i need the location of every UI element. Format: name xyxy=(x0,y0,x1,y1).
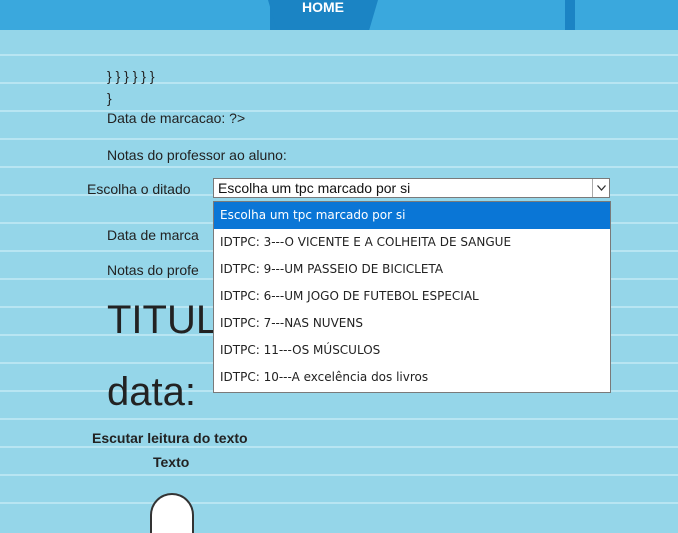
nav-tab-right[interactable] xyxy=(575,0,678,30)
dropdown-option[interactable]: IDTPC: 9---UM PASSEIO DE BICICLETA xyxy=(214,256,610,283)
headphones-icon[interactable] xyxy=(150,493,194,533)
text-label: Texto xyxy=(153,454,190,470)
title-heading: TITUL xyxy=(107,298,219,342)
listen-reading-label: Escutar leitura do texto xyxy=(92,430,248,446)
top-nav-bar: HOME xyxy=(0,0,678,30)
teacher-notes-label: Notas do professor ao aluno: xyxy=(107,147,287,163)
marking-date-label-2: Data de marca xyxy=(107,227,199,243)
php-brace-text: } xyxy=(107,90,112,106)
dictation-select-value: Escolha um tpc marcado por si xyxy=(218,180,411,196)
teacher-notes-label-2: Notas do profe xyxy=(107,262,199,278)
dropdown-option[interactable]: IDTPC: 11---OS MÚSCULOS xyxy=(214,337,610,364)
dropdown-option[interactable]: IDTPC: 6---UM JOGO DE FUTEBOL ESPECIAL xyxy=(214,283,610,310)
nav-tab-left[interactable] xyxy=(0,0,270,30)
dropdown-option[interactable]: IDTPC: 7---NAS NUVENS xyxy=(214,310,610,337)
dictation-dropdown-list: Escolha um tpc marcado por si IDTPC: 3--… xyxy=(213,201,611,393)
dictation-select-label: Escolha o ditado xyxy=(87,181,191,197)
nav-tab-middle[interactable] xyxy=(350,0,565,30)
chevron-down-icon[interactable] xyxy=(592,179,609,197)
dictation-select[interactable]: Escolha um tpc marcado por si xyxy=(213,178,610,198)
php-braces-text: } } } } } } xyxy=(107,68,155,84)
dropdown-option[interactable]: Escolha um tpc marcado por si xyxy=(214,202,610,229)
dropdown-option[interactable]: IDTPC: 10---A excelência dos livros xyxy=(214,364,610,391)
marking-date-label: Data de marcacao: ?> xyxy=(107,110,246,126)
nav-home-link[interactable]: HOME xyxy=(268,0,378,30)
date-heading: data: xyxy=(107,370,196,414)
dropdown-option[interactable]: IDTPC: 3---O VICENTE E A COLHEITA DE SAN… xyxy=(214,229,610,256)
